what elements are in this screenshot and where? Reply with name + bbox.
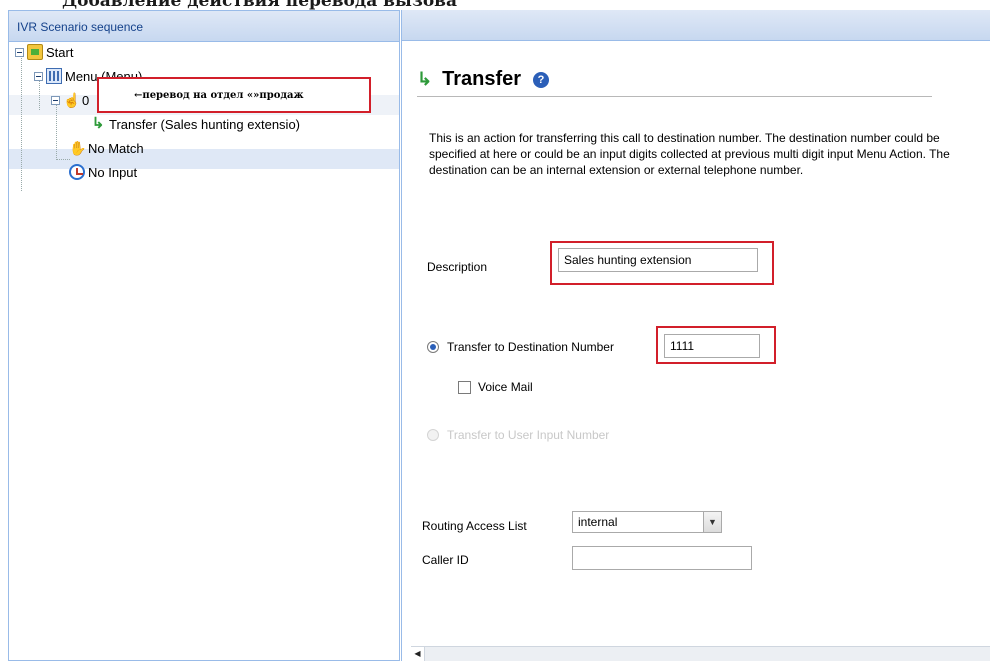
transfer-detail-panel: ↳ Transfer ? This is an action for trans… <box>401 10 990 661</box>
destination-number-input[interactable]: 1111 <box>664 334 760 358</box>
chevron-down-icon[interactable]: ▼ <box>703 512 721 532</box>
tree-node-no-input[interactable]: No Input <box>69 162 137 182</box>
tree-connector <box>56 159 70 160</box>
scroll-left-icon[interactable]: ◀ <box>411 647 425 661</box>
detail-panel-header <box>402 10 990 41</box>
action-description: This is an action for transferring this … <box>429 131 950 177</box>
caller-id-input[interactable] <box>572 546 752 570</box>
detail-title: ↳ Transfer ? <box>417 68 550 91</box>
tree-node-transfer[interactable]: ↳ Transfer (Sales hunting extensio) <box>90 114 300 134</box>
no-match-icon: ✋ <box>69 140 87 156</box>
transfer-phone-icon: ↳ <box>91 115 105 132</box>
transfer-user-input-label: Transfer to User Input Number <box>447 428 610 442</box>
menu-grid-icon <box>46 68 62 84</box>
tree-node-no-match[interactable]: ✋ No Match <box>69 138 144 158</box>
collapse-toggle-icon[interactable] <box>34 71 43 81</box>
page-heading: Добавление действия перевода вызова <box>62 0 457 10</box>
routing-access-select[interactable]: internal ▼ <box>572 511 722 533</box>
collapse-toggle-icon[interactable] <box>15 47 24 57</box>
transfer-phone-icon: ↳ <box>417 69 433 89</box>
tree-panel-title: IVR Scenario sequence <box>9 11 399 42</box>
title-divider <box>417 96 932 97</box>
clock-icon <box>69 164 85 180</box>
transfer-destination-radio[interactable] <box>427 341 439 353</box>
annotation-callout: ←перевод на отдел «»продаж <box>97 77 371 113</box>
caller-id-label: Caller ID <box>422 553 469 567</box>
routing-access-label: Routing Access List <box>422 519 527 533</box>
transfer-user-input-radio[interactable] <box>427 429 439 441</box>
voice-mail-label: Voice Mail <box>478 380 533 394</box>
tree-node-start[interactable]: Start <box>15 42 73 62</box>
voice-mail-checkbox[interactable] <box>458 381 471 394</box>
tree-connector <box>21 56 22 191</box>
start-icon <box>27 44 43 60</box>
transfer-destination-label: Transfer to Destination Number <box>447 340 614 354</box>
help-icon[interactable]: ? <box>533 71 550 88</box>
description-input[interactable]: Sales hunting extension <box>558 248 758 272</box>
description-label: Description <box>427 260 488 274</box>
tree-node-key-0[interactable]: ☝ 0 <box>51 90 89 110</box>
horizontal-scrollbar[interactable]: ◀ <box>411 646 990 661</box>
hand-icon: ☝ <box>63 92 81 108</box>
collapse-toggle-icon[interactable] <box>51 95 60 105</box>
page-title: Transfer <box>442 68 522 90</box>
